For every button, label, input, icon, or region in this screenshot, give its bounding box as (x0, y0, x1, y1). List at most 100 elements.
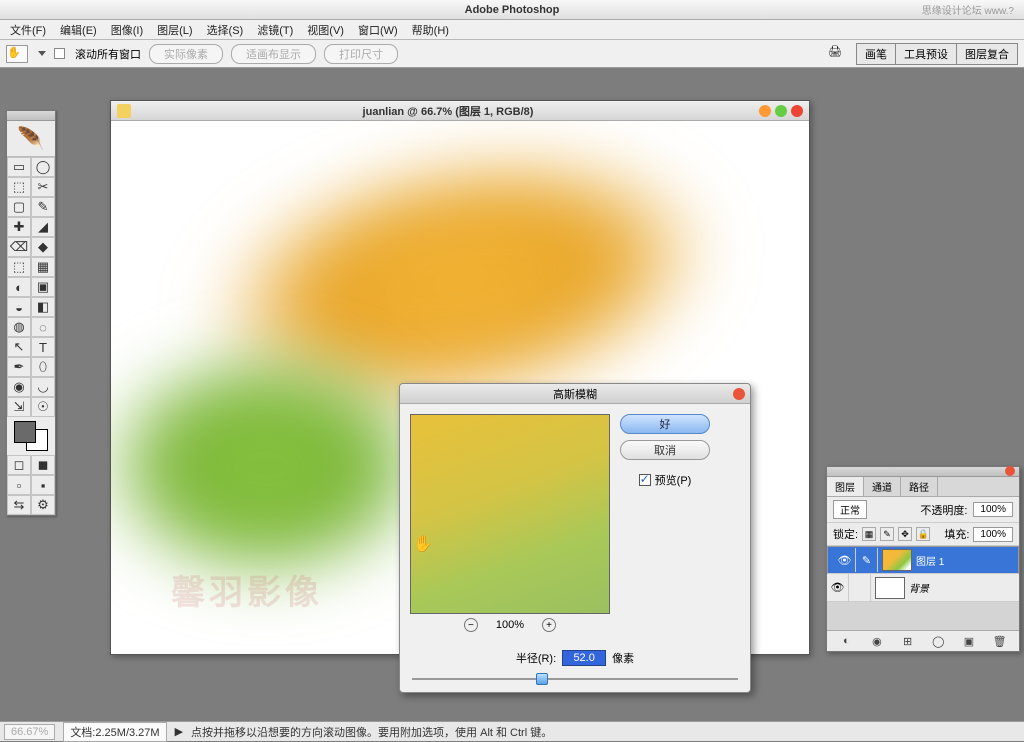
actual-pixels-button[interactable]: 实际像素 (149, 44, 223, 64)
quickmask-on[interactable]: ◼ (31, 455, 55, 475)
tool-6[interactable]: ✚ (7, 217, 31, 237)
tab-paths[interactable]: 路径 (901, 477, 938, 496)
layers-panel-header[interactable] (827, 467, 1019, 477)
tab-brushes[interactable]: 画笔 (857, 44, 896, 64)
tool-2[interactable]: ⬚ (7, 177, 31, 197)
menu-view[interactable]: 视图(V) (301, 20, 350, 40)
visibility-icon[interactable]: 👁 (834, 548, 856, 572)
radius-input[interactable] (562, 650, 606, 666)
layer-name-bg[interactable]: 背景 (909, 580, 929, 595)
tool-22[interactable]: ◉ (7, 377, 31, 397)
menu-select[interactable]: 选择(S) (201, 20, 250, 40)
layer-thumb-1[interactable] (882, 549, 912, 571)
menu-image[interactable]: 图像(I) (105, 20, 149, 40)
tool-0[interactable]: ▭ (7, 157, 31, 177)
tool-10[interactable]: ⬚ (7, 257, 31, 277)
document-titlebar[interactable]: juanlian @ 66.7% (图层 1, RGB/8) (111, 101, 809, 121)
menu-help[interactable]: 帮助(H) (406, 20, 455, 40)
tool-18[interactable]: ↖ (7, 337, 31, 357)
visibility-icon[interactable]: 👁 (827, 574, 849, 601)
menu-edit[interactable]: 编辑(E) (54, 20, 103, 40)
tool-21[interactable]: ⬯ (31, 357, 55, 377)
trash-icon[interactable]: 🗑 (992, 634, 1008, 648)
layer-thumb-bg[interactable] (875, 577, 905, 599)
tab-tool-presets[interactable]: 工具预设 (896, 44, 957, 64)
preview-checkbox[interactable] (639, 474, 651, 486)
cancel-button[interactable]: 取消 (620, 440, 710, 460)
blend-mode-select[interactable]: 正常 (833, 500, 867, 519)
current-tool-icon[interactable]: ✋ (6, 45, 28, 63)
tool-13[interactable]: ▣ (31, 277, 55, 297)
tool-3[interactable]: ✂ (31, 177, 55, 197)
dialog-close-icon[interactable] (733, 388, 745, 400)
tab-layers[interactable]: 图层 (827, 477, 864, 496)
tool-12[interactable]: ◐ (7, 277, 31, 297)
tool-8[interactable]: ⌫ (7, 237, 31, 257)
link-icon[interactable]: ✎ (856, 548, 878, 572)
link-icon[interactable] (849, 574, 871, 601)
menu-file[interactable]: 文件(F) (4, 20, 52, 40)
new-layer-icon[interactable]: ▣ (961, 634, 977, 648)
radius-slider[interactable] (412, 672, 738, 686)
minimize-icon[interactable] (759, 105, 771, 117)
scroll-all-checkbox[interactable] (54, 48, 65, 59)
printer-icon[interactable]: 🖨 (828, 45, 848, 63)
tool-14[interactable]: ◒ (7, 297, 31, 317)
adjustment-icon[interactable]: ◯ (930, 634, 946, 648)
menu-layer[interactable]: 图层(L) (151, 20, 198, 40)
tool-5[interactable]: ✎ (31, 197, 55, 217)
tool-4[interactable]: ▢ (7, 197, 31, 217)
tool-24[interactable]: ⇲ (7, 397, 31, 417)
tool-23[interactable]: ◡ (31, 377, 55, 397)
green-blur-shape (111, 341, 441, 591)
tool-11[interactable]: ▦ (31, 257, 55, 277)
ok-button[interactable]: 好 (620, 414, 710, 434)
fx-icon[interactable]: ◐ (838, 634, 854, 648)
toolbox-header[interactable] (7, 111, 55, 121)
lock-position-icon[interactable]: ✥ (898, 527, 912, 541)
lock-all-icon[interactable]: 🔒 (916, 527, 930, 541)
mask-icon[interactable]: ◉ (869, 634, 885, 648)
dialog-titlebar[interactable]: 高斯模糊 (400, 384, 750, 404)
layers-close-icon[interactable] (1005, 466, 1015, 476)
foreground-color[interactable] (14, 421, 36, 443)
blur-preview[interactable] (410, 414, 610, 614)
fit-screen-button[interactable]: 适画布显示 (231, 44, 316, 64)
zoom-out-button[interactable]: − (464, 618, 478, 632)
menu-window[interactable]: 窗口(W) (352, 20, 404, 40)
lock-pixels-icon[interactable]: ✎ (880, 527, 894, 541)
opacity-input[interactable]: 100% (973, 502, 1013, 517)
status-doc-size[interactable]: 文档:2.25M/3.27M (63, 722, 166, 742)
layer-row-bg[interactable]: 👁 背景 (827, 574, 1019, 602)
zoom-in-button[interactable]: + (542, 618, 556, 632)
tab-channels[interactable]: 通道 (864, 477, 901, 496)
slider-thumb[interactable] (536, 673, 548, 685)
tool-19[interactable]: T (31, 337, 55, 357)
status-zoom[interactable]: 66.67% (4, 724, 55, 740)
tool-1[interactable]: ◯ (31, 157, 55, 177)
tool-9[interactable]: ◆ (31, 237, 55, 257)
screenmode-2[interactable]: ▪ (31, 475, 55, 495)
tool-16[interactable]: ◍ (7, 317, 31, 337)
menu-filter[interactable]: 滤镜(T) (251, 20, 299, 40)
tool-7[interactable]: ◢ (31, 217, 55, 237)
tool-15[interactable]: ◧ (31, 297, 55, 317)
tool-dropdown-icon[interactable] (38, 51, 46, 57)
preview-label: 预览(P) (655, 472, 692, 488)
close-icon[interactable] (791, 105, 803, 117)
tool-25[interactable]: ☉ (31, 397, 55, 417)
tab-layer-comps[interactable]: 图层复合 (957, 44, 1017, 64)
folder-icon[interactable]: ⊞ (900, 634, 916, 648)
lock-transparency-icon[interactable]: ▦ (862, 527, 876, 541)
tool-17[interactable]: ◌ (31, 317, 55, 337)
screenmode-1[interactable]: ▫ (7, 475, 31, 495)
fill-input[interactable]: 100% (973, 527, 1013, 542)
tool-20[interactable]: ✒ (7, 357, 31, 377)
print-size-button[interactable]: 打印尺寸 (324, 44, 398, 64)
layer-row-1[interactable]: 👁 ✎ 图层 1 (827, 546, 1019, 574)
maximize-icon[interactable] (775, 105, 787, 117)
layer-name-1[interactable]: 图层 1 (916, 553, 944, 568)
jump-to[interactable]: ⇆ (7, 495, 31, 515)
extra-tool[interactable]: ⚙ (31, 495, 55, 515)
quickmask-off[interactable]: ◻ (7, 455, 31, 475)
